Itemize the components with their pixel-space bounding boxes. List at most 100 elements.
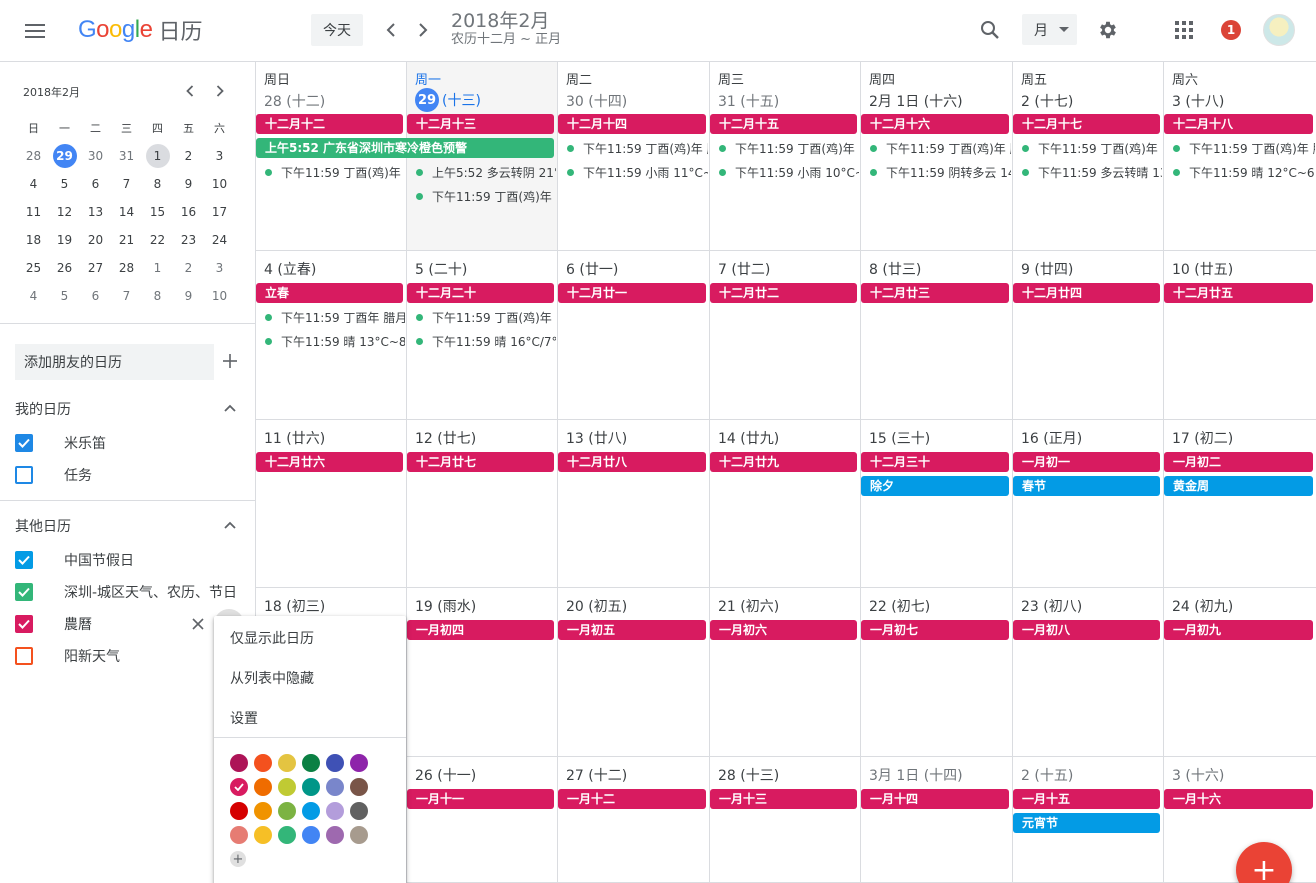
mini-calendar-day[interactable]: 21 [111, 226, 142, 254]
timed-event[interactable]: 下午11:59 丁酉(鸡)年 腊月 [1164, 138, 1315, 158]
mini-calendar-day[interactable]: 28 [18, 142, 49, 170]
color-swatch[interactable] [350, 778, 368, 796]
day-cell[interactable]: 14 (廿九) 十二月廿九 [710, 420, 861, 587]
lunar-date-chip[interactable]: 一月十四 [861, 789, 1009, 809]
previous-period-button[interactable] [376, 15, 406, 45]
color-swatch[interactable] [230, 802, 248, 820]
my-calendars-heading[interactable]: 我的日历 [15, 399, 71, 419]
mini-calendar-day[interactable]: 17 [204, 198, 235, 226]
mini-calendar-day[interactable]: 6 [80, 282, 111, 310]
holiday-event-chip[interactable]: 元宵节 [1013, 813, 1160, 833]
lunar-date-chip[interactable]: 一月初五 [558, 620, 706, 640]
day-cell[interactable]: 21 (初六) 一月初六 [710, 588, 861, 756]
day-cell[interactable]: 27 (十二) 一月十二 [558, 757, 710, 882]
mini-calendar-day[interactable]: 25 [18, 254, 49, 282]
day-cell[interactable]: 周四 2月 1日 (十六) 十二月十六下午11:59 丁酉(鸡)年 腊月下午11:5… [861, 62, 1013, 250]
lunar-date-chip[interactable]: 一月初九 [1164, 620, 1313, 640]
timed-event[interactable]: 下午11:59 小雨 11°C~ [558, 162, 708, 182]
add-friend-calendar-input[interactable]: 添加朋友的日历 [15, 344, 214, 380]
lunar-date-chip[interactable]: 一月十六 [1164, 789, 1313, 809]
timed-event[interactable]: 下午11:59 晴 13°C~8°C [256, 331, 405, 351]
mini-calendar-day[interactable]: 19 [49, 226, 80, 254]
view-switcher-dropdown[interactable]: 月 [1022, 14, 1077, 45]
day-date-label[interactable]: 3 (十八) [1172, 91, 1224, 111]
day-date-label[interactable]: 7 (廿二) [718, 259, 770, 279]
day-cell[interactable]: 23 (初八) 一月初八 [1013, 588, 1164, 756]
day-date-label[interactable]: 9 (廿四) [1021, 259, 1073, 279]
lunar-date-chip[interactable]: 十二月廿一 [558, 283, 706, 303]
checkbox-unchecked[interactable] [15, 466, 33, 484]
mini-calendar-day[interactable]: 3 [204, 254, 235, 282]
calendar-list-item[interactable]: 任务 [15, 463, 92, 487]
lunar-date-chip[interactable]: 十二月廿六 [256, 452, 403, 472]
timed-event[interactable]: 下午11:59 丁酉(鸡)年 腊月 [861, 138, 1011, 158]
mini-calendar-day[interactable]: 3 [204, 142, 235, 170]
add-calendar-button[interactable] [219, 350, 241, 372]
mini-calendar-day[interactable]: 26 [49, 254, 80, 282]
day-date-label[interactable]: 23 (初八) [1021, 596, 1082, 616]
mini-calendar-day[interactable]: 13 [80, 198, 111, 226]
day-date-label[interactable]: 18 (初三) [264, 596, 325, 616]
lunar-date-chip[interactable]: 一月初六 [710, 620, 857, 640]
day-date-label[interactable]: 5 (二十) [415, 259, 467, 279]
menu-item-show-only-this[interactable]: 仅显示此日历 [230, 628, 314, 648]
mini-calendar-day[interactable]: 20 [80, 226, 111, 254]
color-swatch[interactable] [278, 778, 296, 796]
lunar-date-chip[interactable]: 十二月廿二 [710, 283, 857, 303]
color-swatch[interactable] [302, 778, 320, 796]
mini-calendar-day[interactable]: 10 [204, 170, 235, 198]
mini-calendar-day[interactable]: 14 [111, 198, 142, 226]
color-swatch[interactable] [326, 802, 344, 820]
day-cell[interactable]: 9 (廿四) 十二月廿四 [1013, 251, 1164, 419]
color-swatch[interactable] [302, 826, 320, 844]
other-calendars-heading[interactable]: 其他日历 [15, 516, 71, 536]
mini-calendar-day[interactable]: 28 [111, 254, 142, 282]
day-cell[interactable]: 28 (十三) 一月十三 [710, 757, 861, 882]
menu-item-settings[interactable]: 设置 [230, 708, 258, 728]
day-cell[interactable]: 20 (初五) 一月初五 [558, 588, 710, 756]
day-date-label[interactable]: 22 (初七) [869, 596, 930, 616]
day-date-label[interactable]: 3月 1日 (十四) [869, 765, 963, 785]
lunar-date-chip[interactable]: 一月十三 [710, 789, 857, 809]
mini-calendar-day[interactable]: 18 [18, 226, 49, 254]
color-swatch[interactable] [326, 826, 344, 844]
mini-calendar-day[interactable]: 15 [142, 198, 173, 226]
lunar-date-chip[interactable]: 立春 [256, 283, 403, 303]
lunar-date-chip[interactable]: 十二月二十 [407, 283, 554, 303]
day-date-label[interactable]: 10 (廿五) [1172, 259, 1233, 279]
day-date-label[interactable]: 26 (十一) [415, 765, 476, 785]
day-cell[interactable]: 周三 31 (十五) 十二月十五下午11:59 丁酉(鸡)年 腊月下午11:59 小… [710, 62, 861, 250]
timed-event[interactable]: 下午11:59 丁酉年 腊月 [256, 307, 405, 327]
day-cell[interactable]: 5 (二十) 十二月二十下午11:59 丁酉(鸡)年 腊月下午11:59 晴 16… [407, 251, 558, 419]
checkbox-unchecked[interactable] [15, 647, 33, 665]
day-cell[interactable]: 周二 30 (十四) 十二月十四下午11:59 丁酉(鸡)年 腊月下午11:59 小… [558, 62, 710, 250]
mini-calendar-today[interactable]: 29 [49, 142, 80, 170]
day-date-label[interactable]: 30 (十四) [566, 91, 627, 111]
day-date-label[interactable]: 28 (十三) [718, 765, 779, 785]
color-swatch[interactable] [230, 778, 248, 796]
color-swatch[interactable] [302, 802, 320, 820]
mini-calendar-day[interactable]: 16 [173, 198, 204, 226]
day-cell[interactable]: 13 (廿八) 十二月廿八 [558, 420, 710, 587]
color-swatch[interactable] [230, 826, 248, 844]
color-swatch[interactable] [254, 778, 272, 796]
mini-calendar-day[interactable]: 2 [173, 254, 204, 282]
lunar-date-chip[interactable]: 十二月廿八 [558, 452, 706, 472]
timed-event[interactable]: 下午11:59 晴 12°C~6°C [1164, 162, 1315, 182]
timed-event[interactable]: 下午11:59 小雨 10°C~ [710, 162, 859, 182]
checkbox-checked[interactable] [15, 434, 33, 452]
mini-calendar-day[interactable]: 31 [111, 142, 142, 170]
day-date-label[interactable]: 31 (十五) [718, 91, 779, 111]
day-date-label[interactable]: 14 (廿九) [718, 428, 779, 448]
other-calendars-collapse-button[interactable] [220, 515, 240, 535]
checkbox-checked[interactable] [15, 583, 33, 601]
day-date-label[interactable]: 2 (十七) [1021, 91, 1073, 111]
timed-event[interactable]: 下午11:59 阴转多云 14°C [861, 162, 1011, 182]
day-cell[interactable]: 26 (十一) 一月十一 [407, 757, 558, 882]
day-date-label[interactable]: 19 (雨水) [415, 596, 476, 616]
day-date-label[interactable]: 12 (廿七) [415, 428, 476, 448]
lunar-date-chip[interactable]: 十二月廿七 [407, 452, 554, 472]
account-avatar[interactable] [1263, 14, 1295, 46]
calendar-list-item[interactable]: 中国节假日 [15, 548, 134, 572]
day-cell[interactable]: 周五 2 (十七) 十二月十七下午11:59 丁酉(鸡)年 腊月下午11:59 多云… [1013, 62, 1164, 250]
